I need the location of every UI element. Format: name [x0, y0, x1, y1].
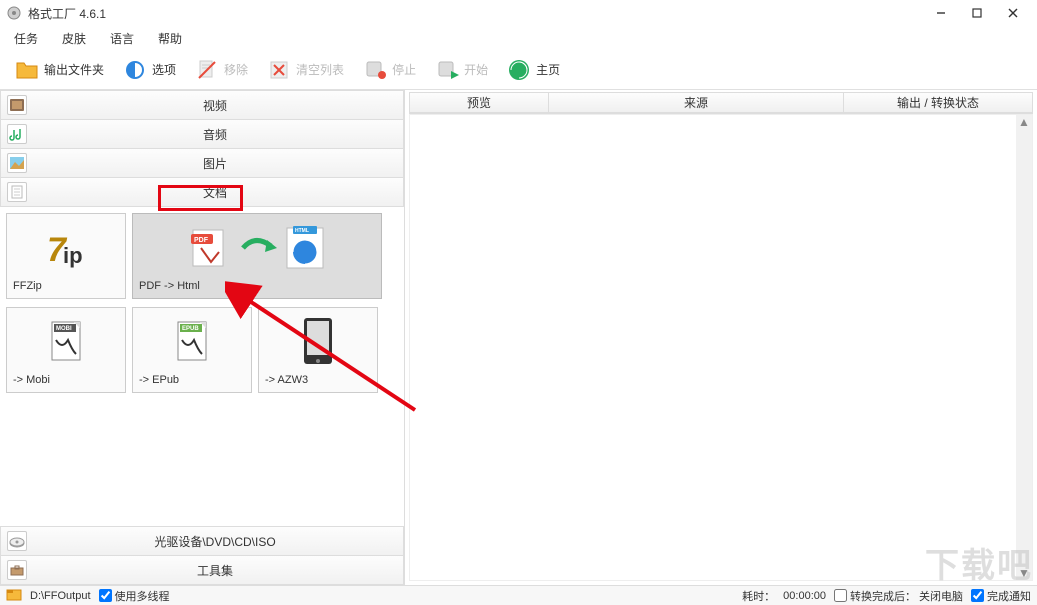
minimize-button[interactable] — [923, 1, 959, 25]
disc-icon — [7, 531, 27, 551]
app-icon — [6, 5, 22, 21]
main-area: 视频 音频 图片 文档 — [0, 90, 1037, 585]
menu-help[interactable]: 帮助 — [154, 28, 186, 49]
scrollbar[interactable]: ▲ ▼ — [1016, 115, 1032, 580]
multithread-input[interactable] — [99, 589, 112, 602]
elapsed-value: 00:00:00 — [783, 590, 826, 602]
col-source[interactable]: 来源 — [548, 92, 844, 113]
right-pane: 预览 来源 输出 / 转换状态 ▲ ▼ — [405, 90, 1037, 585]
after-convert-input[interactable] — [834, 589, 847, 602]
category-document[interactable]: 文档 — [0, 177, 404, 207]
scroll-up-icon[interactable]: ▲ — [1017, 115, 1031, 129]
menu-task[interactable]: 任务 — [10, 28, 42, 49]
category-toolset[interactable]: 工具集 — [0, 555, 404, 585]
after-convert-checkbox[interactable]: 转换完成后： 关闭电脑 — [834, 588, 963, 604]
document-icon — [7, 182, 27, 202]
mobi-icon: MOBI — [13, 312, 119, 372]
title-bar: 格式工厂 4.6.1 — [0, 0, 1037, 26]
task-list: ▲ ▼ — [409, 114, 1033, 581]
notify-checkbox[interactable]: 完成通知 — [971, 588, 1031, 604]
ffzip-icon: 7 ip — [13, 218, 119, 278]
video-icon — [7, 95, 27, 115]
category-video[interactable]: 视频 — [0, 90, 404, 120]
scroll-down-icon[interactable]: ▼ — [1017, 566, 1031, 580]
menu-bar: 任务 皮肤 语言 帮助 — [0, 26, 1037, 50]
stop-button[interactable]: 停止 — [356, 55, 422, 85]
home-icon — [506, 57, 532, 83]
svg-text:HTML: HTML — [295, 228, 309, 234]
category-audio[interactable]: 音频 — [0, 119, 404, 149]
col-preview[interactable]: 预览 — [409, 92, 549, 113]
svg-text:ip: ip — [63, 243, 83, 268]
remove-icon — [194, 57, 220, 83]
azw3-icon — [265, 312, 371, 372]
menu-language[interactable]: 语言 — [106, 28, 138, 49]
left-pane: 视频 音频 图片 文档 — [0, 90, 405, 585]
output-folder-button[interactable]: 输出文件夹 — [8, 55, 110, 85]
status-bar: D:\FFOutput 使用多线程 耗时： 00:00:00 转换完成后： 关闭… — [0, 585, 1037, 605]
pdf-to-html-icon: PDF HTML — [139, 218, 375, 278]
start-button[interactable]: 开始 — [428, 55, 494, 85]
home-button[interactable]: 主页 — [500, 55, 566, 85]
remove-button[interactable]: 移除 — [188, 55, 254, 85]
category-picture[interactable]: 图片 — [0, 148, 404, 178]
epub-icon: EPUB — [139, 312, 245, 372]
svg-text:EPUB: EPUB — [182, 326, 199, 332]
svg-text:MOBI: MOBI — [56, 326, 72, 332]
tile-pdf-to-html[interactable]: PDF HTML — [132, 213, 382, 299]
audio-icon — [7, 124, 27, 144]
tiles-area: 7 ip FFZip PDF — [0, 207, 404, 526]
elapsed-label: 耗时： — [742, 588, 775, 604]
toolset-icon — [7, 560, 27, 580]
stop-icon — [362, 57, 388, 83]
tile-epub[interactable]: EPUB -> EPub — [132, 307, 252, 393]
options-button[interactable]: 选项 — [116, 55, 182, 85]
category-optical[interactable]: 光驱设备\DVD\CD\ISO — [0, 526, 404, 556]
output-path[interactable]: D:\FFOutput — [30, 590, 91, 602]
maximize-button[interactable] — [959, 1, 995, 25]
clear-icon — [266, 57, 292, 83]
output-folder-indicator-icon[interactable] — [6, 587, 22, 604]
tile-mobi[interactable]: MOBI -> Mobi — [6, 307, 126, 393]
options-icon — [122, 57, 148, 83]
multithread-checkbox[interactable]: 使用多线程 — [99, 588, 170, 604]
picture-icon — [7, 153, 27, 173]
toolbar: 输出文件夹 选项 移除 清空列表 停止 开始 主页 — [0, 50, 1037, 90]
tile-azw3[interactable]: -> AZW3 — [258, 307, 378, 393]
tile-ffzip[interactable]: 7 ip FFZip — [6, 213, 126, 299]
close-button[interactable] — [995, 1, 1031, 25]
window-title: 格式工厂 4.6.1 — [28, 5, 106, 22]
folder-icon — [14, 57, 40, 83]
start-icon — [434, 57, 460, 83]
svg-text:PDF: PDF — [194, 237, 209, 244]
col-status[interactable]: 输出 / 转换状态 — [843, 92, 1033, 113]
notify-input[interactable] — [971, 589, 984, 602]
menu-skin[interactable]: 皮肤 — [58, 28, 90, 49]
clear-list-button[interactable]: 清空列表 — [260, 55, 350, 85]
table-header: 预览 来源 输出 / 转换状态 — [409, 92, 1033, 114]
